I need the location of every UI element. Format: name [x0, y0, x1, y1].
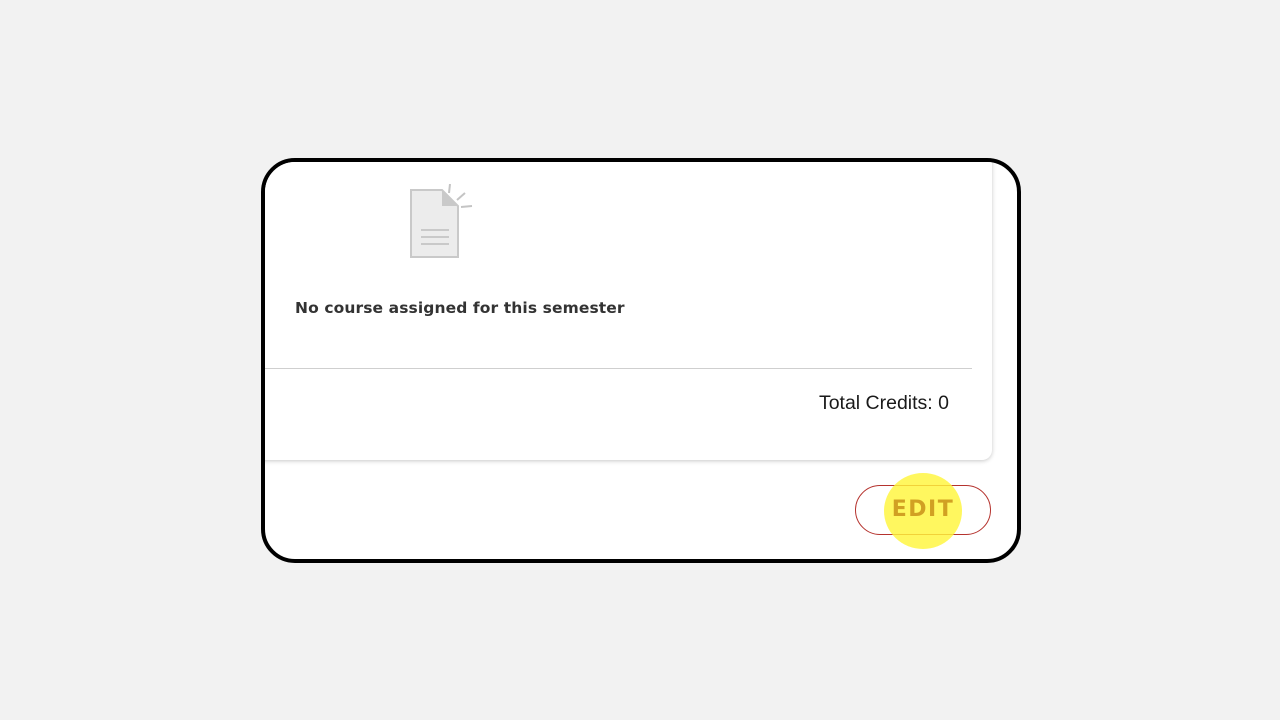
empty-course-message: No course assigned for this semester	[295, 299, 625, 317]
semester-card: No course assigned for this semester Tot…	[265, 162, 992, 460]
semester-panel: No course assigned for this semester Tot…	[261, 158, 1021, 563]
document-empty-icon	[410, 184, 473, 258]
card-divider	[265, 368, 972, 369]
click-highlight	[884, 473, 962, 549]
total-credits: Total Credits: 0	[818, 392, 949, 414]
